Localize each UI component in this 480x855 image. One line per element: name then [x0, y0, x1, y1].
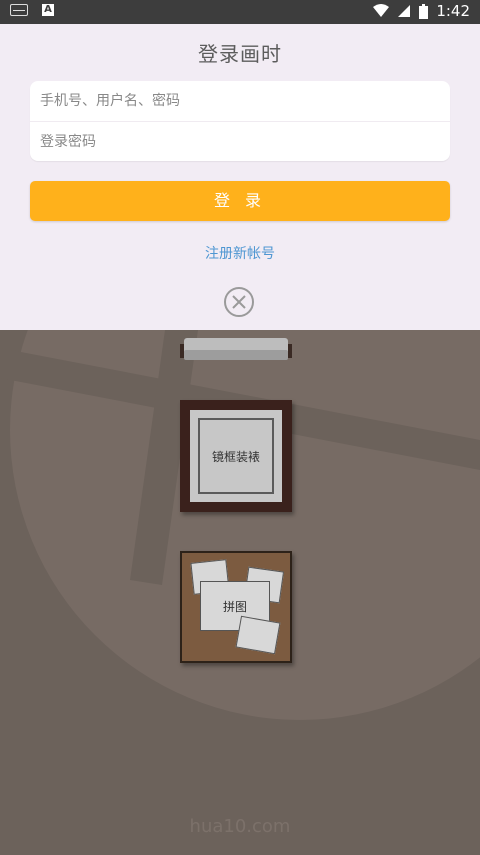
- clock-time: 1:42: [436, 2, 470, 20]
- username-input[interactable]: [30, 81, 450, 121]
- notification-a-icon: A: [42, 4, 54, 16]
- frame-mounting-option[interactable]: 镜框装裱: [180, 400, 292, 512]
- watermark: hua10.com: [189, 816, 291, 837]
- login-panel: 登录画时 登 录 注册新帐号: [0, 24, 480, 330]
- keyboard-icon: [10, 4, 28, 16]
- wifi-icon: [373, 4, 390, 17]
- close-icon[interactable]: [223, 286, 255, 318]
- collage-option[interactable]: 拼图: [180, 551, 292, 663]
- background-illustration: 镜框装裱 拼图 hua10.com: [0, 330, 480, 855]
- photo-card: [235, 615, 281, 655]
- frame-mounting-label: 镜框装裱: [198, 418, 274, 494]
- status-bar: A 1:42: [0, 0, 480, 24]
- login-form: [30, 81, 450, 162]
- password-input[interactable]: [30, 122, 450, 162]
- register-link[interactable]: 注册新帐号: [0, 243, 480, 263]
- battery-icon: [419, 3, 429, 19]
- login-button[interactable]: 登 录: [30, 181, 450, 221]
- paper-roll-icon: [180, 338, 292, 360]
- page-title: 登录画时: [198, 42, 282, 66]
- signal-icon: [398, 5, 411, 17]
